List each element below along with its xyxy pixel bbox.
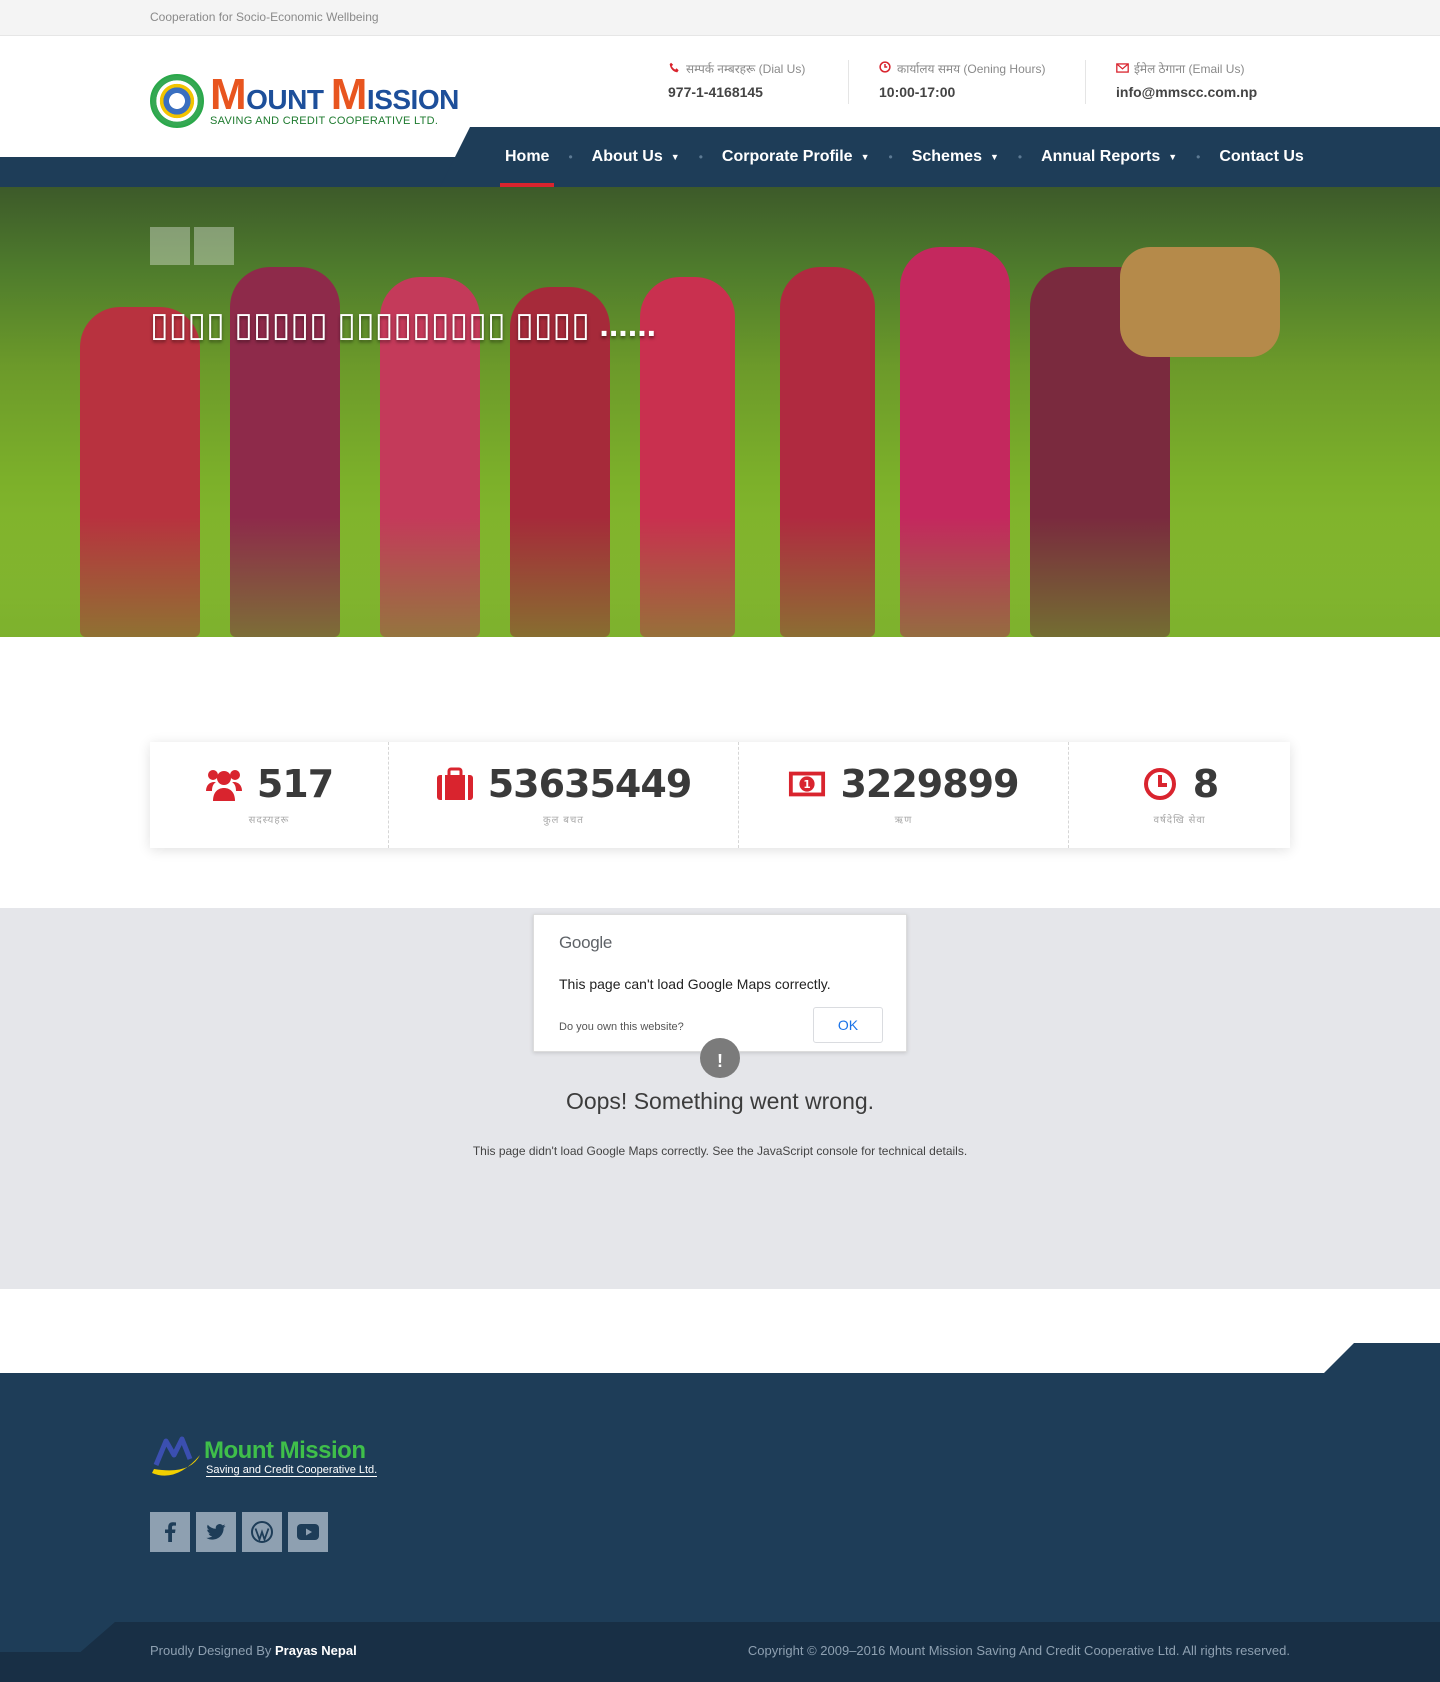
- facebook-icon[interactable]: [150, 1512, 190, 1552]
- mountain-logo-icon: [150, 1433, 204, 1479]
- contact-value: 977-1-4168145: [668, 84, 763, 100]
- stat-value: 8: [1192, 762, 1219, 806]
- divider: [848, 60, 849, 104]
- wordpress-icon[interactable]: [242, 1512, 282, 1552]
- caret-down-icon: ▼: [670, 152, 680, 162]
- contact-label: कार्यालय समय (Oening Hours): [897, 62, 1046, 76]
- maps-error-message: This page can't load Google Maps correct…: [559, 976, 831, 992]
- site-logo[interactable]: MOUNT MISSION SAVING AND CREDIT COOPERAT…: [150, 70, 459, 132]
- stat-label: वर्षदेखि सेवा: [1153, 815, 1206, 826]
- caret-down-icon: ▼: [1168, 152, 1178, 162]
- contact-label: सम्पर्क नम्बरहरू (Dial Us): [686, 62, 806, 76]
- designed-by: Proudly Designed By Prayas Nepal: [150, 1643, 357, 1658]
- logo-emblem-icon: [150, 74, 204, 128]
- briefcase-icon: [436, 767, 474, 801]
- nav-schemes[interactable]: Schemes ▼: [907, 127, 1004, 187]
- users-icon: [205, 767, 243, 801]
- error-icon: !: [700, 1038, 740, 1078]
- svg-text:1: 1: [804, 779, 811, 791]
- stat-loans: 1 3229899 ऋण: [738, 742, 1068, 848]
- nav-separator: •: [1017, 150, 1023, 164]
- nav-separator: •: [698, 150, 703, 164]
- stat-savings: 53635449 कुल बचत: [388, 742, 738, 848]
- stat-years: 8 वर्षदेखि सेवा: [1068, 742, 1290, 848]
- stat-label: कुल बचत: [543, 815, 584, 826]
- nav-contact-us[interactable]: Contact Us: [1214, 127, 1308, 187]
- caret-down-icon: ▼: [860, 152, 870, 162]
- google-logo: Google: [559, 933, 613, 952]
- ok-button[interactable]: OK: [813, 1007, 883, 1043]
- footer-notch: [1324, 1343, 1440, 1373]
- footer: Mount Mission Saving and Credit Cooperat…: [0, 1373, 1440, 1622]
- stat-members: 517 सदस्यहरू: [150, 742, 388, 848]
- footer-logo[interactable]: Mount Mission Saving and Credit Cooperat…: [150, 1433, 390, 1483]
- tagline: Cooperation for Socio-Economic Wellbeing: [150, 10, 379, 24]
- main-nav: Home • About Us ▼ • Corporate Profile ▼ • …: [500, 127, 1309, 187]
- own-website-link[interactable]: Do you own this website?: [559, 1021, 684, 1033]
- nav-separator: •: [1196, 150, 1201, 164]
- copyright: Copyright © 2009–2016 Mount Mission Savi…: [747, 1643, 1290, 1658]
- maps-error-detail: This page didn't load Google Maps correc…: [472, 1144, 968, 1158]
- contact-email-link[interactable]: info@mmscc.com.np: [1116, 84, 1257, 100]
- logo-title: MOUNT MISSION: [210, 70, 459, 119]
- envelope-icon: [1116, 62, 1129, 76]
- social-links: [150, 1512, 328, 1552]
- maps-error-title: Oops! Something went wrong.: [565, 1088, 875, 1114]
- nav-separator: •: [888, 150, 893, 164]
- stat-label: ऋण: [894, 815, 913, 826]
- money-icon: 1: [788, 767, 826, 801]
- logo-subtitle: SAVING AND CREDIT COOPERATIVE LTD.: [210, 115, 439, 127]
- google-map[interactable]: Google This page can't load Google Maps …: [0, 908, 1440, 1289]
- phone-icon: [668, 62, 680, 76]
- stat-label: सदस्यहरू: [248, 815, 290, 826]
- footer-logo-title: Mount Mission: [204, 1437, 366, 1464]
- contact-phone: सम्पर्क नम्बरहरू (Dial Us) 977-1-4168145: [668, 60, 805, 100]
- contact-label: ईमेल ठेगाना (Email Us): [1134, 62, 1245, 76]
- bottom-bar: Proudly Designed By Prayas Nepal Copyrig…: [0, 1622, 1440, 1682]
- nav-about-us[interactable]: About Us ▼: [587, 127, 685, 187]
- stats-bar: 517 सदस्यहरू 53635449 कुल बचत 1 3229899 …: [150, 742, 1290, 848]
- nav-corporate-profile[interactable]: Corporate Profile ▼: [717, 127, 875, 187]
- caret-down-icon: ▼: [989, 152, 999, 162]
- nav-home[interactable]: Home: [500, 127, 555, 187]
- top-bar: Cooperation for Socio-Economic Wellbeing: [0, 0, 1440, 36]
- hero-title: ▯▯▯▯ ▯▯▯▯▯ ▯▯▯▯▯▯▯▯▯ ▯▯▯▯ ......: [150, 306, 657, 344]
- clock-icon: [1141, 767, 1179, 801]
- maps-error-dialog: Google This page can't load Google Maps …: [533, 914, 907, 1052]
- footer-logo-subtitle: Saving and Credit Cooperative Ltd.: [206, 1464, 378, 1477]
- stat-value: 517: [256, 762, 334, 806]
- nav-annual-reports[interactable]: Annual Reports ▼: [1036, 127, 1182, 187]
- contact-email: ईमेल ठेगाना (Email Us) info@mmscc.com.np: [1116, 60, 1257, 100]
- hero-badge: [150, 227, 234, 265]
- contact-value: 10:00-17:00: [879, 84, 956, 100]
- designer-link[interactable]: Prayas Nepal: [275, 1643, 357, 1658]
- hero-banner: ▯▯▯▯ ▯▯▯▯▯ ▯▯▯▯▯▯▯▯▯ ▯▯▯▯ ......: [0, 187, 1440, 637]
- stat-value: 3229899: [840, 762, 1019, 806]
- youtube-icon[interactable]: [288, 1512, 328, 1552]
- contact-hours: कार्यालय समय (Oening Hours) 10:00-17:00: [879, 60, 1045, 100]
- nav-separator: •: [568, 150, 573, 164]
- divider: [1085, 60, 1086, 104]
- twitter-icon[interactable]: [196, 1512, 236, 1552]
- clock-icon: [879, 61, 891, 76]
- stat-value: 53635449: [487, 762, 693, 806]
